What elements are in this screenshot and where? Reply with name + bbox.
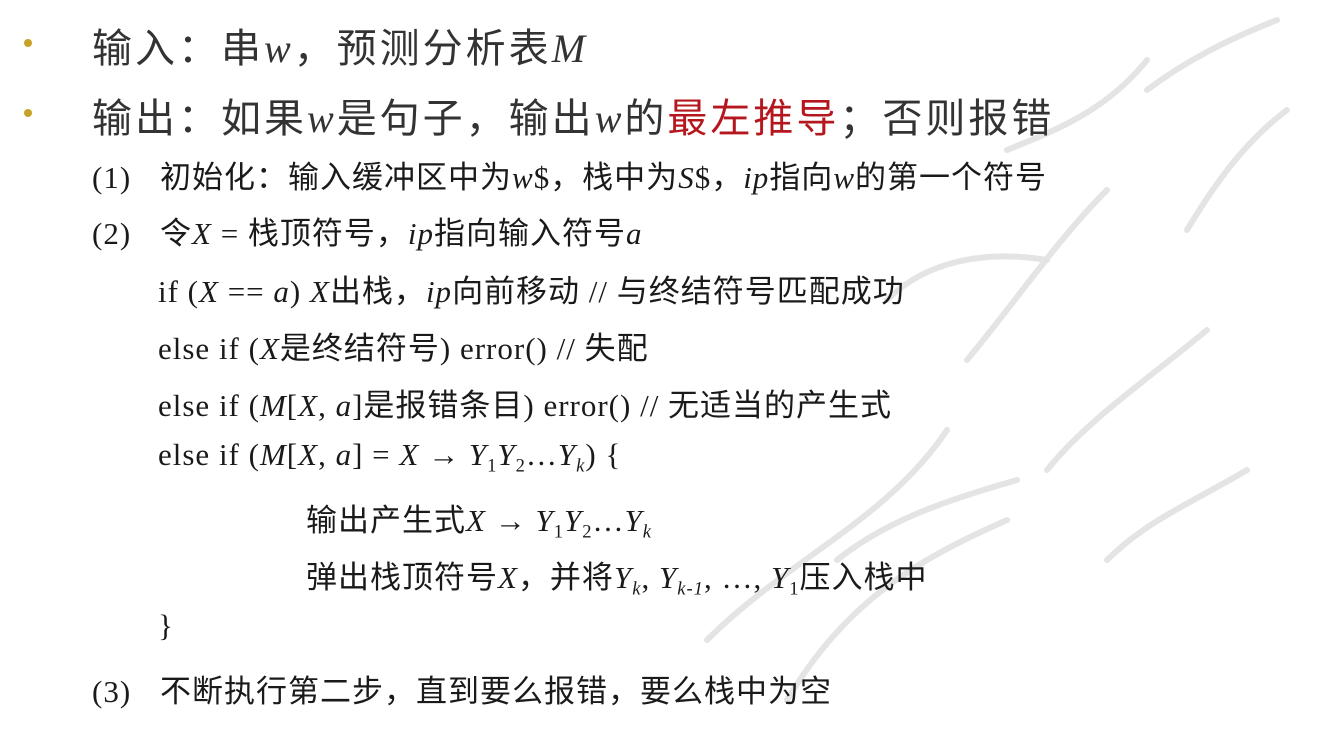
step-1: (1) 初始化：输入缓冲区中为w$，栈中为S$，ip指向w的第一个符号	[92, 160, 1047, 195]
code-line-push-stack: 弹出栈顶符号X，并将Yk, Yk-1, …, Y1压入栈中	[306, 560, 928, 600]
emphasis-leftmost-derivation: 最左推导	[667, 96, 840, 141]
code-line-match: if (X == a) X出栈，ip向前移动 // 与终结符号匹配成功	[158, 274, 905, 309]
step-number: (2)	[92, 216, 132, 251]
bullet-dot	[24, 39, 32, 47]
bullet-dot	[24, 109, 32, 117]
step-number: (1)	[92, 160, 132, 195]
step-number: (3)	[92, 674, 132, 709]
code-line-production: else if (M[X, a] = X → Y1Y2…Yk) {	[158, 437, 622, 477]
code-line-terminal-error: else if (X是终结符号) error() // 失配	[158, 331, 649, 366]
code-line-close-brace: }	[158, 608, 174, 643]
code-line-table-error: else if (M[X, a]是报错条目) error() // 无适当的产生…	[158, 388, 893, 423]
code-line-output-production: 输出产生式X → Y1Y2…Yk	[306, 503, 653, 543]
bullet-input: 输入：串w，预测分析表M	[92, 26, 589, 71]
step-2: (2) 令X = 栈顶符号，ip指向输入符号a	[92, 216, 643, 251]
bullet-output: 输出：如果w是句子，输出w的最左推导；否则报错	[92, 96, 1055, 141]
step-3: (3) 不断执行第二步，直到要么报错，要么栈中为空	[92, 674, 832, 709]
